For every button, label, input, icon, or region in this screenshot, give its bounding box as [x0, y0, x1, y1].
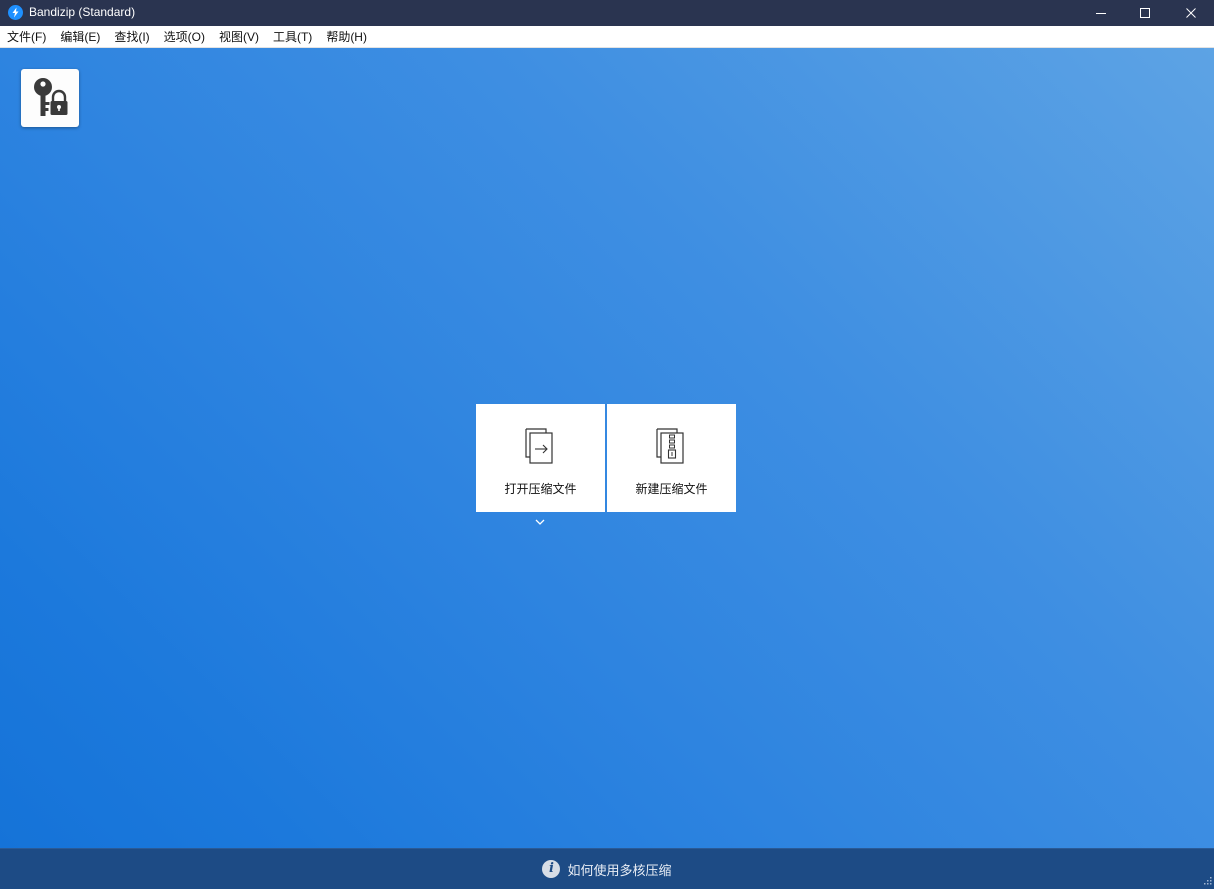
maximize-icon — [1140, 8, 1150, 18]
status-bar: i 如何使用多核压缩 — [0, 848, 1214, 889]
menu-view[interactable]: 视图(V) — [212, 26, 266, 48]
resize-grip-icon[interactable] — [1202, 877, 1212, 887]
multicore-tip-link[interactable]: i 如何使用多核压缩 — [542, 860, 672, 879]
menu-options[interactable]: 选项(O) — [157, 26, 212, 48]
close-icon — [1186, 8, 1196, 18]
status-tip-text: 如何使用多核压缩 — [567, 862, 672, 878]
main-area: 打开压缩文件 新建压缩文件 — [0, 48, 1214, 848]
menu-find[interactable]: 查找(I) — [107, 26, 156, 48]
title-bar: Bandizip (Standard) — [0, 0, 1214, 26]
minimize-button[interactable] — [1078, 0, 1124, 26]
open-archive-label: 打开压缩文件 — [504, 482, 577, 496]
new-archive-icon — [655, 428, 684, 464]
new-archive-button[interactable]: 新建压缩文件 — [607, 404, 736, 512]
menu-edit[interactable]: 编辑(E) — [53, 26, 107, 48]
menu-help[interactable]: 帮助(H) — [319, 26, 374, 48]
open-archive-button[interactable]: 打开压缩文件 — [476, 404, 605, 512]
chevron-down-icon[interactable] — [534, 518, 546, 526]
bandizip-app-icon[interactable] — [8, 5, 23, 20]
menu-bar: 文件(F) 编辑(E) 查找(I) 选项(O) 视图(V) 工具(T) 帮助(H… — [0, 26, 1214, 48]
window-title: Bandizip (Standard) — [29, 5, 136, 19]
key-lock-icon — [34, 78, 68, 116]
password-manager-button[interactable] — [21, 69, 79, 127]
open-archive-icon — [524, 428, 553, 464]
minimize-icon — [1096, 13, 1106, 14]
info-icon: i — [542, 860, 561, 878]
new-archive-label: 新建压缩文件 — [635, 482, 708, 496]
menu-tools[interactable]: 工具(T) — [266, 26, 319, 48]
close-button[interactable] — [1168, 0, 1214, 26]
menu-file[interactable]: 文件(F) — [0, 26, 53, 48]
maximize-button[interactable] — [1122, 0, 1168, 26]
